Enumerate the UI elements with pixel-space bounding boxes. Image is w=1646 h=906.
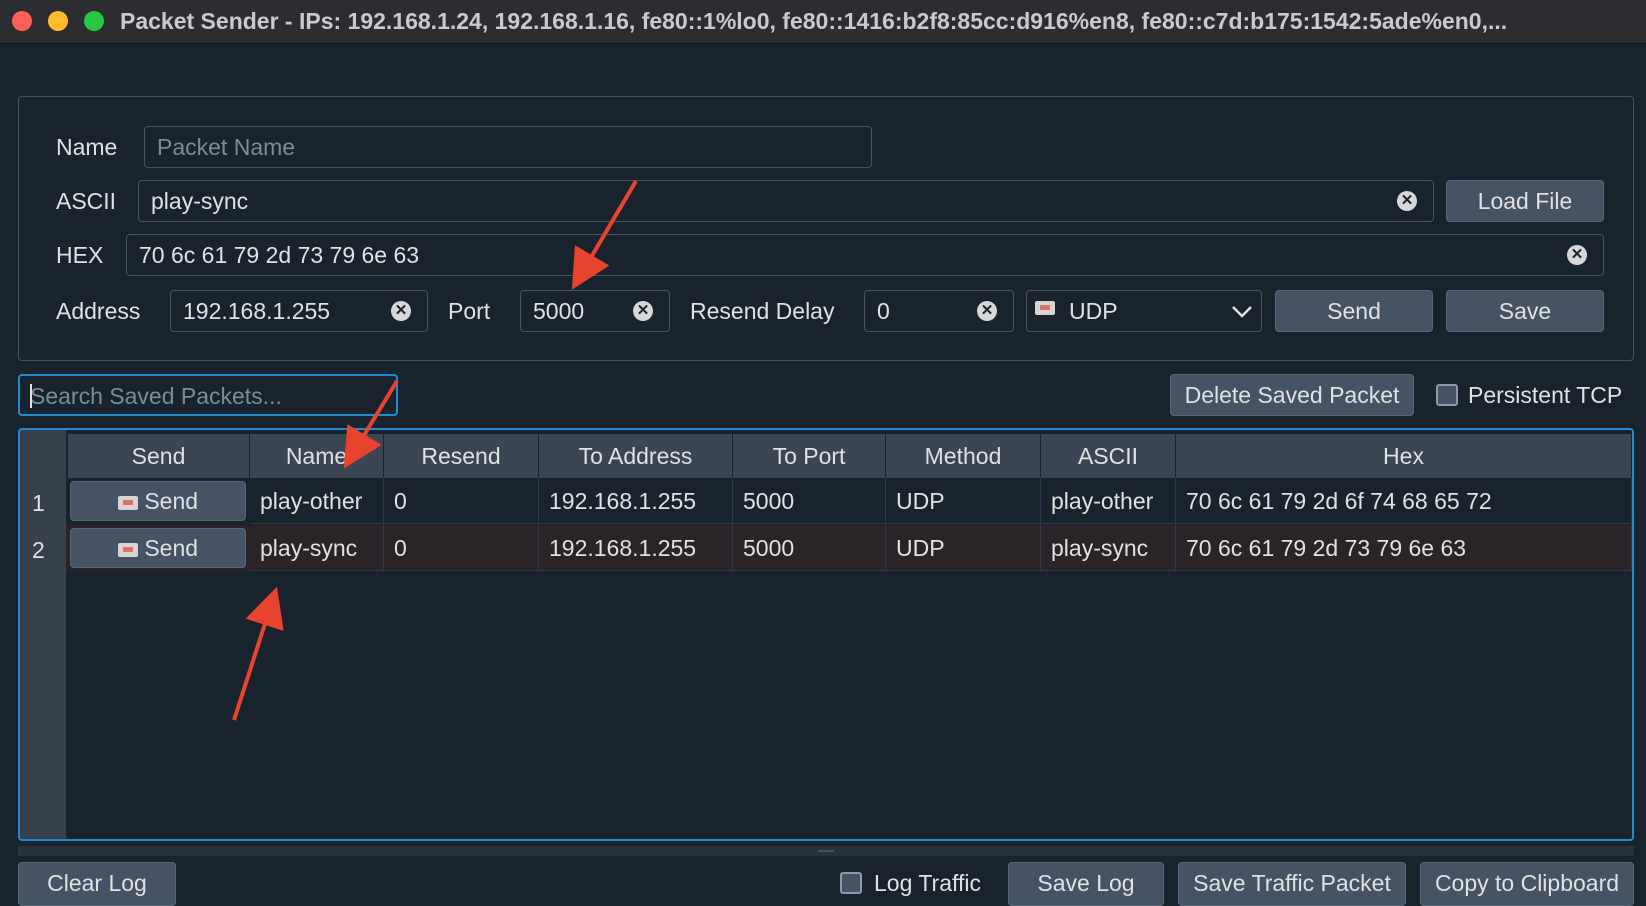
load-file-button[interactable]: Load File xyxy=(1446,180,1604,222)
method-select[interactable]: UDP xyxy=(1026,290,1262,332)
copy-to-clipboard-button[interactable]: Copy to Clipboard xyxy=(1420,862,1634,906)
packet-name-input[interactable]: Packet Name xyxy=(144,126,872,168)
row-send-button[interactable]: Send xyxy=(70,481,246,521)
cell-to-port[interactable]: 5000 xyxy=(733,525,886,571)
hex-label: HEX xyxy=(56,242,104,268)
ascii-value: play-sync xyxy=(151,188,249,214)
column-header-hex[interactable]: Hex xyxy=(1176,434,1632,478)
splitter-handle[interactable] xyxy=(18,846,1634,856)
save-traffic-packet-button[interactable]: Save Traffic Packet xyxy=(1178,862,1406,906)
window-title: Packet Sender - IPs: 192.168.1.24, 192.1… xyxy=(120,8,1508,34)
clear-icon[interactable]: ✕ xyxy=(391,301,411,321)
row-number: 1 xyxy=(32,490,45,516)
column-header-name[interactable]: Name xyxy=(250,434,384,478)
cell-ascii[interactable]: play-sync xyxy=(1041,525,1176,571)
resend-delay-label: Resend Delay xyxy=(690,298,835,324)
resend-delay-input[interactable]: 0 ✕ xyxy=(864,290,1014,332)
delete-saved-packet-button[interactable]: Delete Saved Packet xyxy=(1170,374,1414,416)
chevron-down-icon xyxy=(1232,306,1252,318)
hex-value: 70 6c 61 79 2d 73 79 6e 63 xyxy=(139,242,420,268)
column-header-to-address[interactable]: To Address xyxy=(539,434,733,478)
search-saved-packets-input[interactable]: Search Saved Packets... xyxy=(18,374,398,416)
text-cursor xyxy=(30,384,32,408)
column-header-send[interactable]: Send xyxy=(68,434,250,478)
send-button[interactable]: Send xyxy=(1275,290,1433,332)
address-input[interactable]: 192.168.1.255 ✕ xyxy=(170,290,428,332)
log-traffic-label: Log Traffic xyxy=(874,870,981,896)
row-number: 2 xyxy=(32,537,45,563)
cell-to-address[interactable]: 192.168.1.255 xyxy=(539,478,733,524)
cell-to-address[interactable]: 192.168.1.255 xyxy=(539,525,733,571)
persistent-tcp-checkbox[interactable] xyxy=(1436,384,1458,406)
cell-hex[interactable]: 70 6c 61 79 2d 6f 74 68 65 72 xyxy=(1176,478,1632,524)
saved-packets-table[interactable]: Send Name Resend To Address To Port Meth… xyxy=(18,428,1634,841)
row-send-label: Send xyxy=(144,535,199,561)
cell-resend[interactable]: 0 xyxy=(384,525,539,571)
cell-ascii[interactable]: play-other xyxy=(1041,478,1176,524)
column-header-ascii[interactable]: ASCII xyxy=(1041,434,1176,478)
cell-name[interactable]: play-other xyxy=(250,478,384,524)
log-traffic-checkbox[interactable] xyxy=(840,872,862,894)
close-window-button[interactable] xyxy=(12,11,32,31)
cell-to-port[interactable]: 5000 xyxy=(733,478,886,524)
clear-icon[interactable]: ✕ xyxy=(977,301,997,321)
packet-name-placeholder: Packet Name xyxy=(157,134,296,160)
column-header-method[interactable]: Method xyxy=(886,434,1041,478)
save-log-button[interactable]: Save Log xyxy=(1008,862,1164,906)
hex-input[interactable]: 70 6c 61 79 2d 73 79 6e 63 ✕ xyxy=(126,234,1604,276)
column-header-to-port[interactable]: To Port xyxy=(733,434,886,478)
cell-method[interactable]: UDP xyxy=(886,525,1041,571)
address-value: 192.168.1.255 xyxy=(183,298,331,324)
port-value: 5000 xyxy=(533,298,585,324)
cell-hex[interactable]: 70 6c 61 79 2d 73 79 6e 63 xyxy=(1176,525,1632,571)
clear-icon[interactable]: ✕ xyxy=(633,301,653,321)
resend-delay-value: 0 xyxy=(877,298,890,324)
ascii-input[interactable]: play-sync ✕ xyxy=(138,180,1434,222)
row-send-button[interactable]: Send xyxy=(70,528,246,568)
ascii-label: ASCII xyxy=(56,188,117,214)
mail-icon xyxy=(1035,299,1055,317)
name-label: Name xyxy=(56,134,118,160)
persistent-tcp-label: Persistent TCP xyxy=(1468,382,1623,408)
clear-log-button[interactable]: Clear Log xyxy=(18,862,176,906)
cell-name[interactable]: play-sync xyxy=(250,525,384,571)
mail-icon xyxy=(117,542,138,557)
method-value: UDP xyxy=(1069,298,1118,324)
clear-icon[interactable]: ✕ xyxy=(1567,245,1587,265)
title-bar: Packet Sender - IPs: 192.168.1.24, 192.1… xyxy=(0,0,1646,44)
port-label: Port xyxy=(448,298,491,324)
clear-icon[interactable]: ✕ xyxy=(1397,191,1417,211)
save-button[interactable]: Save xyxy=(1446,290,1604,332)
mail-icon xyxy=(117,495,138,510)
column-header-resend[interactable]: Resend xyxy=(384,434,539,478)
address-label: Address xyxy=(56,298,141,324)
row-send-label: Send xyxy=(144,488,199,514)
port-input[interactable]: 5000 ✕ xyxy=(520,290,670,332)
cell-resend[interactable]: 0 xyxy=(384,478,539,524)
cell-method[interactable]: UDP xyxy=(886,478,1041,524)
search-placeholder: Search Saved Packets... xyxy=(30,383,282,409)
maximize-window-button[interactable] xyxy=(84,11,104,31)
minimize-window-button[interactable] xyxy=(48,11,68,31)
